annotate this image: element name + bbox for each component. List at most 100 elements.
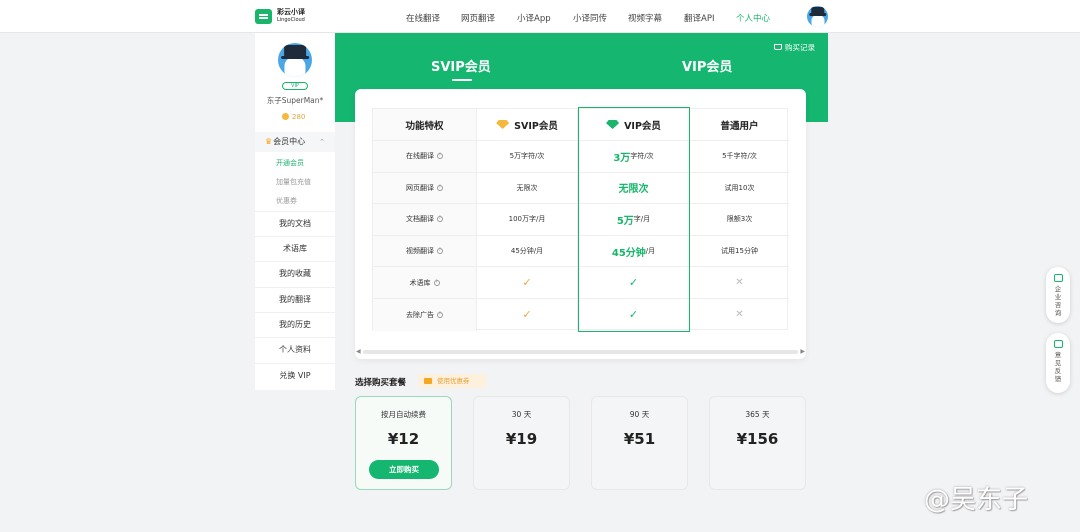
purchase-record-link[interactable]: 购买记录 [774,42,815,53]
table-cell-vip: ✓ [578,267,690,299]
sidebar-item-favorites[interactable]: 我的收藏 [255,261,335,285]
use-coupon-button[interactable]: 使用优惠券 [418,374,486,388]
sidebar-sub-addon-recharge[interactable]: 加量包充值 [276,177,311,187]
package-name: 30 天 [511,410,532,419]
vip-value: 无限次 [618,184,649,196]
sidebar-item-history[interactable]: 我的历史 [255,312,335,336]
package-name: 按月自动续费 [381,410,426,419]
help-icon[interactable]: ? [437,216,443,223]
top-nav-bar: 彩云小译 LingoCloud 在线翻译 网页翻译 小译App 小译同传 视频字… [0,0,1080,33]
nav-personal-center[interactable]: 个人中心 [736,12,770,24]
scroll-right-icon[interactable]: ▶ [800,348,805,355]
normal-value: 5千字符/次 [722,152,757,161]
table-cell-vip: 无限次 [578,172,690,205]
sidebar-avatar [278,43,312,77]
user-avatar[interactable] [807,6,828,27]
check-icon: ✓ [628,276,639,290]
feedback-button[interactable]: 意见反馈 [1046,333,1070,393]
cart-icon [774,44,782,50]
logo[interactable]: 彩云小译 LingoCloud [255,8,305,24]
table-header-vip: VIP会员 [578,109,690,141]
sidebar: VIP 东子SuperMan* 280 ♛会员中心 ⌃ 开通会员 加量包充值 优… [255,33,335,390]
nav-app[interactable]: 小译App [517,12,551,24]
nav-translate-api[interactable]: 翻译API [684,12,714,24]
coin-balance: 280 [282,113,305,121]
vip-value: 5万 [616,215,634,227]
svip-value: 45分钟/月 [510,247,544,256]
nav-video-subtitles[interactable]: 视频字幕 [628,12,662,24]
package-name: 365 天 [745,410,770,419]
normal-value: 试用10次 [724,183,755,192]
logo-name-cn: 彩云小译 [277,8,305,16]
package-section-title: 选择购买套餐 [355,378,407,388]
sidebar-item-translations[interactable]: 我的翻译 [255,287,335,311]
table-cell-feature: 网页翻译? [373,172,477,205]
enterprise-consult-button[interactable]: 企业咨询 [1046,267,1070,323]
vip-unit: 字/月 [633,215,651,224]
help-icon[interactable]: ? [437,311,443,318]
table-header-feature: 功能特权 [373,109,477,141]
logo-icon [255,8,272,24]
table-header-normal: 普通用户 [690,109,789,141]
horizontal-scrollbar[interactable]: ◀ ▶ [355,348,806,356]
help-icon[interactable]: ? [437,184,443,191]
package-365-days[interactable]: 365 天 ¥156 [709,396,806,490]
table-header-svip: SVIP会员 [477,109,578,141]
package-monthly-auto[interactable]: 按月自动续费 ¥12 立即购买 [355,396,452,490]
table-cell-svip: ✓ [477,267,578,299]
svip-value: 100万字/月 [508,215,546,224]
feature-label: 文档翻译 [406,215,434,224]
sidebar-item-member-center[interactable]: ♛会员中心 ⌃ [255,132,335,152]
table-cell-vip: 45分钟/月 [578,235,690,268]
nav-web-translate[interactable]: 网页翻译 [461,12,495,24]
table-cell-feature: 在线翻译? [373,141,477,173]
nav-simultaneous[interactable]: 小译同传 [573,12,607,24]
table-cell-feature: 文档翻译? [373,204,477,236]
tab-vip[interactable]: VIP会员 [682,56,732,75]
table-cell-normal: 5千字符/次 [690,141,789,173]
nav-online-translate[interactable]: 在线翻译 [406,12,440,24]
feature-label: 网页翻译 [406,183,434,192]
edit-icon [1053,340,1063,348]
package-price: ¥19 [505,430,538,448]
chat-icon [1053,274,1063,282]
check-icon: ✓ [628,308,639,322]
table-cell-feature: 视频翻译? [373,235,477,268]
scroll-left-icon[interactable]: ◀ [356,348,361,355]
sidebar-username: 东子SuperMan* [266,96,324,105]
package-30-days[interactable]: 30 天 ¥19 [473,396,570,490]
svip-value: 无限次 [516,183,538,192]
chevron-up-icon: ⌃ [319,138,325,146]
coin-icon [282,113,289,120]
help-icon[interactable]: ? [437,248,443,255]
table-cell-svip: 45分钟/月 [477,235,578,268]
help-icon[interactable]: ? [437,153,443,160]
package-price: ¥12 [387,430,420,448]
package-90-days[interactable]: 90 天 ¥51 [591,396,688,490]
help-icon[interactable]: ? [433,279,440,286]
normal-value: 试用15分钟 [721,247,758,256]
buy-now-button[interactable]: 立即购买 [369,460,439,479]
logo-name-en: LingoCloud [277,17,305,23]
sidebar-sub-coupons[interactable]: 优惠券 [276,196,297,206]
cross-icon: ✕ [735,309,744,321]
coupon-icon [424,378,432,384]
watermark: @吴东子 [924,485,1029,515]
table-cell-vip: 5万 字/月 [578,204,690,236]
table-cell-vip: ✓ [578,299,690,331]
tab-svip[interactable]: SVIP会员 [431,56,491,75]
vip-unit: /月 [645,247,656,256]
sidebar-item-profile[interactable]: 个人资料 [255,337,335,361]
feature-label: 术语库 [409,278,431,287]
sidebar-item-documents[interactable]: 我的文档 [255,211,335,235]
table-cell-vip: 3万 字符/次 [578,141,690,173]
vip-badge: VIP [282,82,308,90]
feature-label: 视频翻译 [406,247,434,256]
sidebar-sub-open-membership[interactable]: 开通会员 [276,158,304,168]
scroll-thumb[interactable] [363,350,798,354]
sidebar-item-redeem-vip[interactable]: 兑换 VIP [255,363,335,387]
check-icon: ✓ [522,276,532,290]
feature-label: 在线翻译 [406,152,434,161]
svip-value: 5万字符/次 [509,152,545,161]
sidebar-item-glossary[interactable]: 术语库 [255,236,335,260]
